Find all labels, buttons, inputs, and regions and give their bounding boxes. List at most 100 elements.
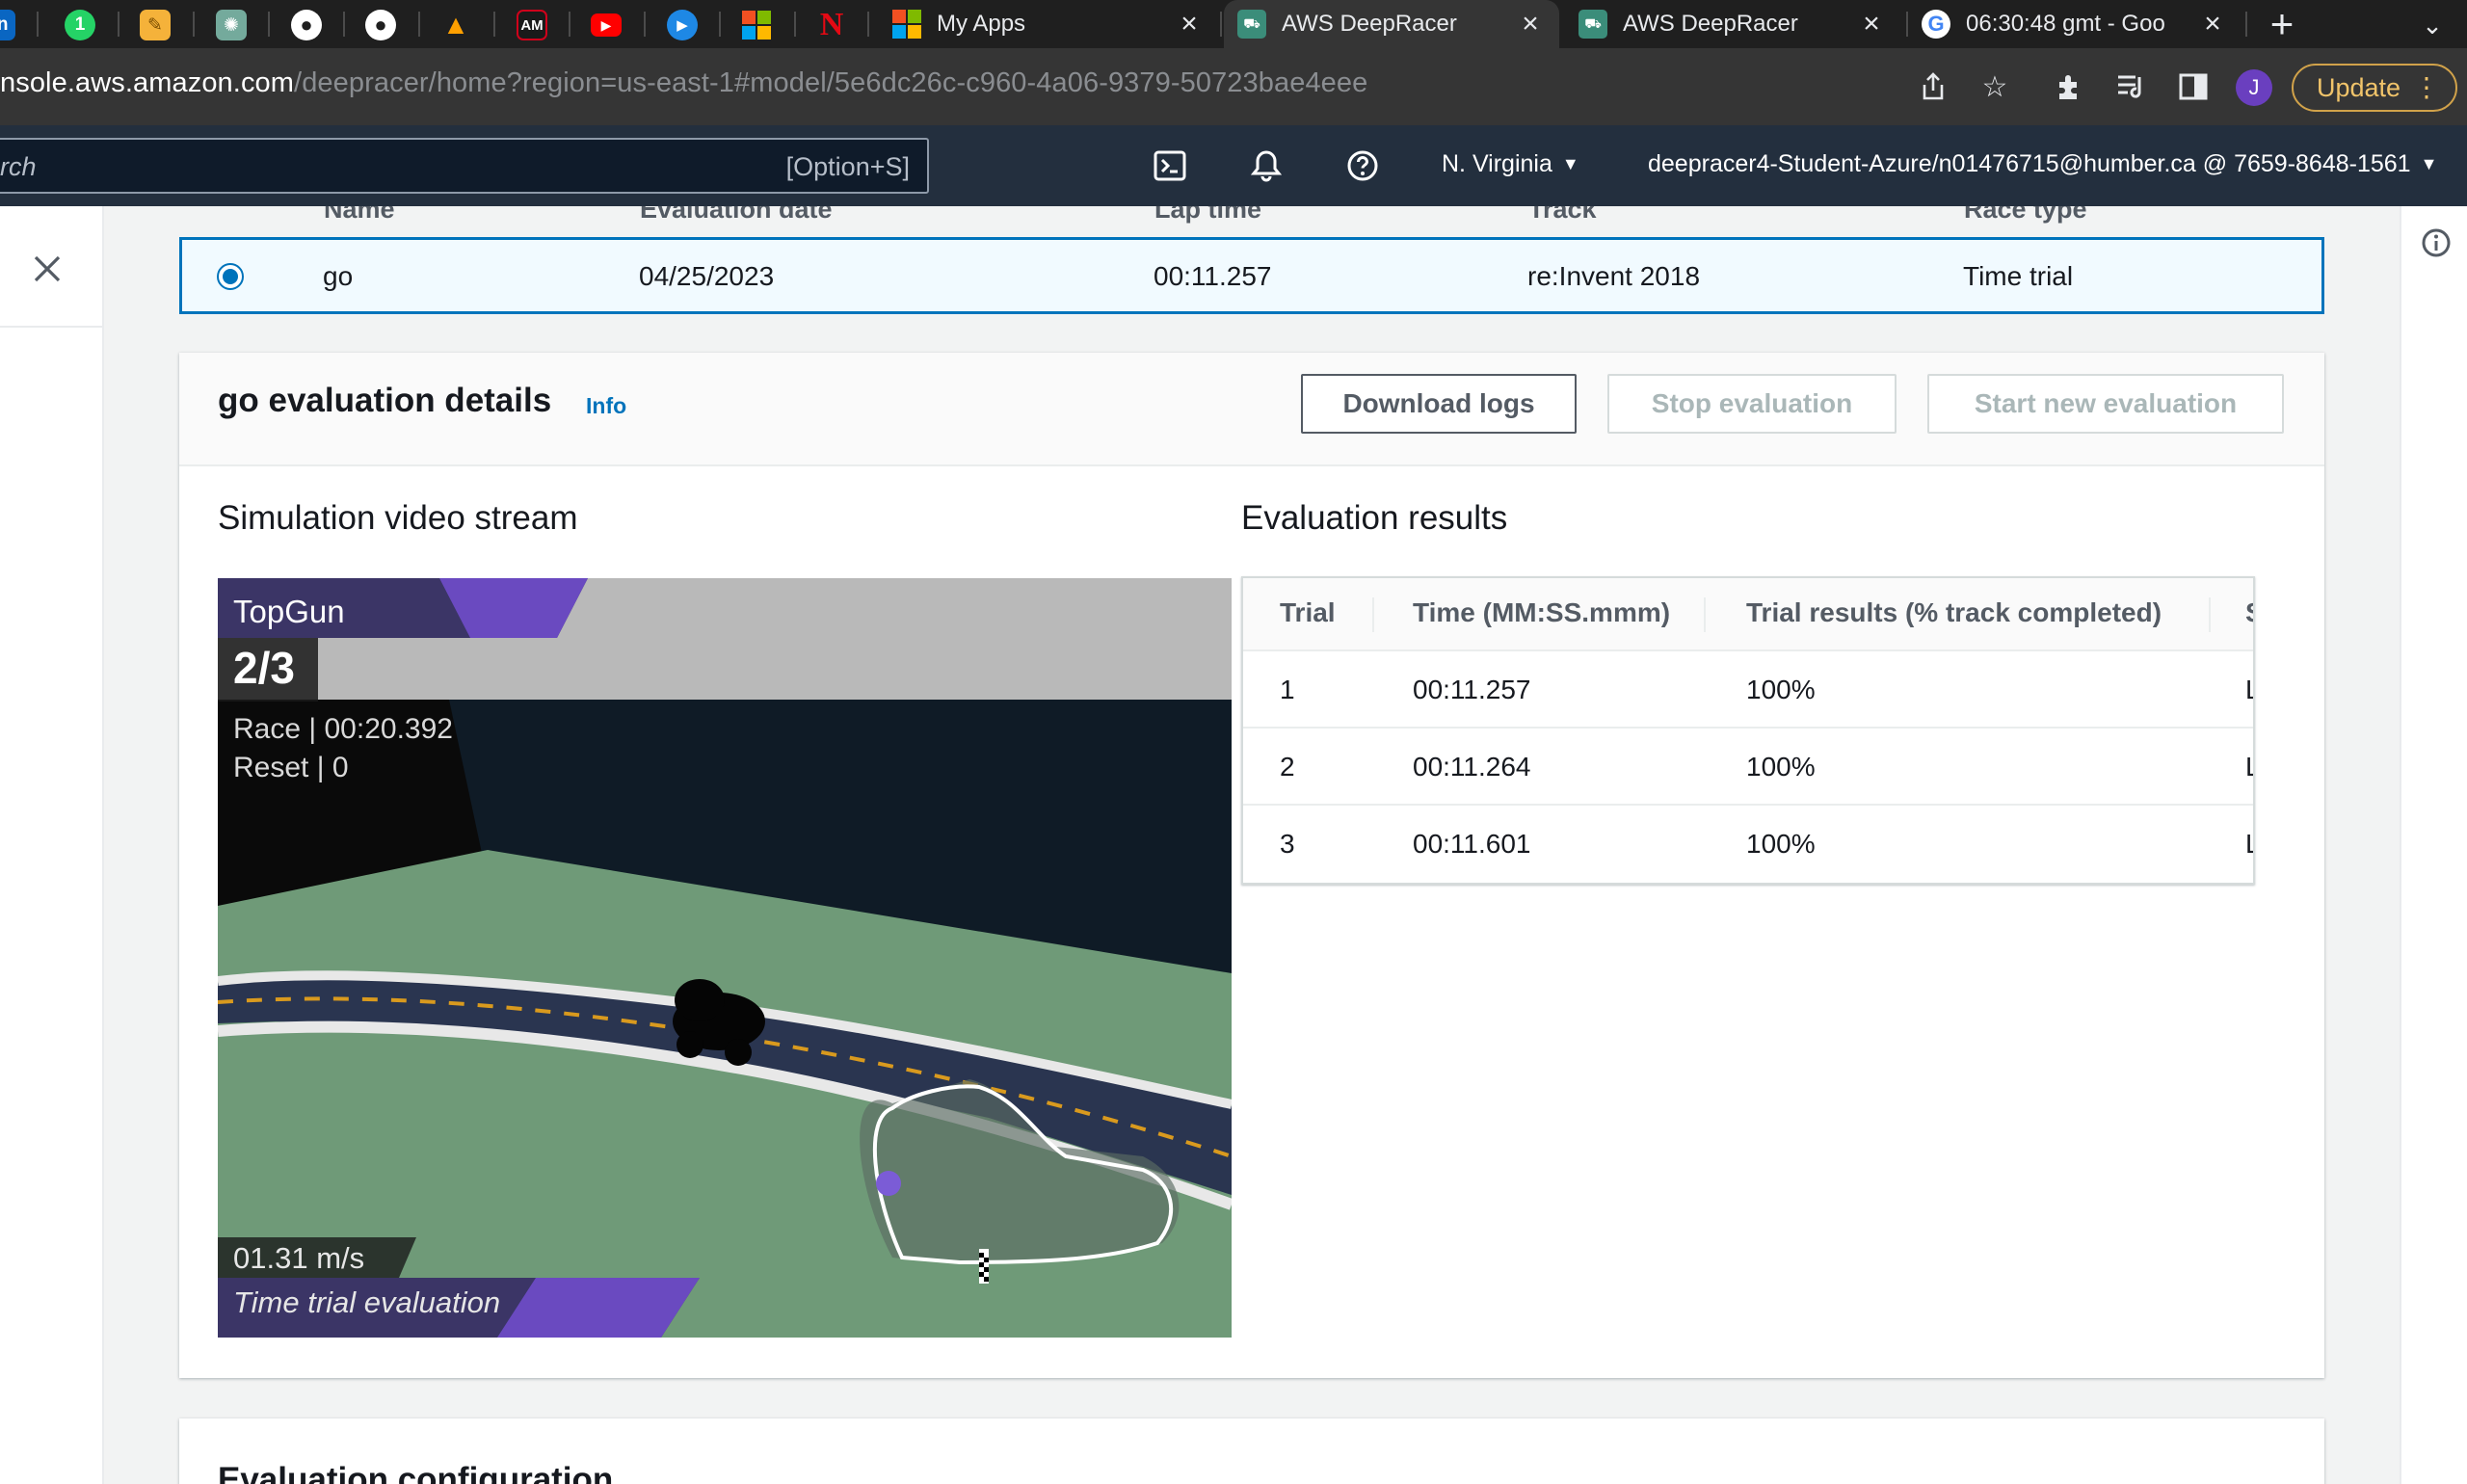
close-icon[interactable] <box>25 247 69 291</box>
pinned-tab-am[interactable]: AM <box>505 4 559 46</box>
help-icon[interactable] <box>1343 146 1382 185</box>
evaluation-name: go <box>323 261 354 291</box>
address-bar-row: nsole.aws.amazon.com/deepracer/home?regi… <box>0 48 2467 125</box>
am-icon: AM <box>517 10 547 40</box>
column-header-status[interactable]: S <box>2245 597 2253 628</box>
browser-tab-strip: in 1 ✎ ✺ ● ● ▲ AM ▶ ▶ N <box>0 0 2467 48</box>
pinned-tab-microsoft[interactable] <box>729 4 783 46</box>
column-divider <box>1704 597 1706 632</box>
microsoft-icon <box>892 10 921 39</box>
trial-completed: 100% <box>1746 752 1816 782</box>
video-race-time: Race | 00:20.392 <box>233 713 453 745</box>
info-icon[interactable] <box>2419 225 2454 260</box>
trial-number: 2 <box>1280 752 1295 782</box>
new-tab-button[interactable]: + <box>2261 1 2303 46</box>
pinned-tab-player[interactable]: ▶ <box>655 4 709 46</box>
url-field[interactable]: nsole.aws.amazon.com/deepracer/home?regi… <box>0 67 1367 99</box>
tab-separator <box>343 12 345 37</box>
search-shortcut-hint: [Option+S] <box>785 152 910 181</box>
pinned-tab-github-2[interactable]: ● <box>354 4 408 46</box>
pinned-tab-youtube[interactable]: ▶ <box>579 4 633 46</box>
tab-aws-deepracer-active[interactable]: ⛟ AWS DeepRacer × <box>1224 0 1559 48</box>
firebase-icon: ▲ <box>442 10 469 40</box>
openai-icon: ✺ <box>216 10 247 40</box>
github-icon: ● <box>365 10 396 40</box>
column-header-track: Track <box>1528 206 1597 224</box>
table-row-selected[interactable]: go 04/25/2023 00:11.257 re:Invent 2018 T… <box>179 237 2324 314</box>
video-lap-counter: 2/3 <box>233 643 295 693</box>
play-icon: ▶ <box>667 10 698 40</box>
trial-completed: 100% <box>1746 675 1816 704</box>
extensions-icon[interactable] <box>2051 67 2089 106</box>
evaluation-date: 04/25/2023 <box>639 261 775 291</box>
column-header-lap-time: Lap time <box>1154 206 1262 224</box>
trial-status: L <box>2245 675 2253 705</box>
trial-status: L <box>2245 752 2253 782</box>
aws-search-input[interactable]: rch [Option+S] <box>0 138 929 194</box>
deepracer-icon: ⛟ <box>1237 10 1266 39</box>
pinned-tab-netflix[interactable]: N <box>805 4 859 46</box>
pinned-tab-whatsapp[interactable]: 1 <box>53 4 107 46</box>
tab-separator <box>37 12 39 37</box>
info-link[interactable]: Info <box>586 393 626 419</box>
column-header-race-type: Race type <box>1964 206 2087 224</box>
google-icon: G <box>1922 10 1950 39</box>
table-row: 3 00:11.601 100% L <box>1243 806 2253 883</box>
tab-separator <box>1220 12 1222 37</box>
tab-search-icon[interactable]: ⌄ <box>2413 6 2452 44</box>
column-header-name: Name <box>324 206 395 224</box>
close-tab-icon[interactable]: × <box>1172 7 1207 41</box>
side-panel-icon[interactable] <box>2174 67 2213 106</box>
row-radio-selected[interactable] <box>217 263 244 290</box>
video-reset-count: Reset | 0 <box>233 752 349 783</box>
update-label: Update <box>2317 72 2401 102</box>
divider <box>0 326 102 328</box>
pinned-tab-linkedin[interactable]: in <box>0 4 27 46</box>
close-tab-icon[interactable]: × <box>1513 7 1548 41</box>
column-header-time[interactable]: Time (MM:SS.mmm) <box>1413 597 1670 628</box>
container-title: go evaluation details <box>218 382 552 419</box>
evaluation-configuration-container: Evaluation configuration <box>179 1418 2324 1484</box>
simulation-video-stream[interactable]: TopGun 2/3 Race | 00:20.392 Reset | 0 01… <box>218 578 1232 1338</box>
url-path: /deepracer/home?region=us-east-1#model/5… <box>294 67 1368 98</box>
share-icon[interactable] <box>1914 67 1952 106</box>
bookmark-star-icon[interactable]: ☆ <box>1976 67 2014 106</box>
notes-icon: ✎ <box>140 10 171 40</box>
evaluation-track: re:Invent 2018 <box>1527 261 1701 291</box>
pinned-tab-github[interactable]: ● <box>279 4 333 46</box>
column-header-trial-results[interactable]: Trial results (% track completed) <box>1746 597 2162 628</box>
simulation-video-heading: Simulation video stream <box>218 499 578 537</box>
video-mode: Time trial evaluation <box>233 1285 501 1319</box>
netflix-icon: N <box>819 7 844 42</box>
profile-avatar[interactable]: J <box>2236 69 2272 106</box>
more-vert-icon: ⋮ <box>2413 72 2440 102</box>
browser-update-button[interactable]: Update ⋮ <box>2292 64 2457 112</box>
account-label: deepracer4-Student-Azure/n01476715@humbe… <box>1648 150 2411 177</box>
stop-evaluation-button[interactable]: Stop evaluation <box>1607 374 1897 434</box>
pinned-tab-notes[interactable]: ✎ <box>128 4 182 46</box>
tab-separator <box>644 12 646 37</box>
tab-separator <box>794 12 796 37</box>
notifications-bell-icon[interactable] <box>1247 146 1286 185</box>
pinned-tab-chatgpt[interactable]: ✺ <box>204 4 258 46</box>
cloudshell-icon[interactable] <box>1151 146 1189 185</box>
microsoft-icon <box>742 11 771 40</box>
account-menu[interactable]: deepracer4-Student-Azure/n01476715@humbe… <box>1648 150 2437 178</box>
trial-completed: 100% <box>1746 829 1816 859</box>
evaluations-table-header-clipped: Name Evaluation date Lap time Track Race… <box>179 206 2324 225</box>
pinned-tab-firebase[interactable]: ▲ <box>429 4 483 46</box>
trial-time: 00:11.264 <box>1413 752 1531 782</box>
close-tab-icon[interactable]: × <box>2195 7 2230 41</box>
tab-separator <box>418 12 420 37</box>
table-row: 2 00:11.264 100% L <box>1243 729 2253 806</box>
tab-my-apps[interactable]: My Apps × <box>879 0 1218 48</box>
start-new-evaluation-button[interactable]: Start new evaluation <box>1927 374 2284 434</box>
column-header-trial[interactable]: Trial <box>1280 597 1336 628</box>
trial-time: 00:11.601 <box>1413 829 1531 859</box>
tab-aws-deepracer[interactable]: ⛟ AWS DeepRacer × <box>1565 0 1900 48</box>
reading-list-icon[interactable] <box>2112 67 2151 106</box>
close-tab-icon[interactable]: × <box>1854 7 1889 41</box>
tab-google-search[interactable]: G 06:30:48 gmt - Goo × <box>1908 0 2242 48</box>
download-logs-button[interactable]: Download logs <box>1301 374 1577 434</box>
region-selector[interactable]: N. Virginia ▼ <box>1442 150 1579 178</box>
